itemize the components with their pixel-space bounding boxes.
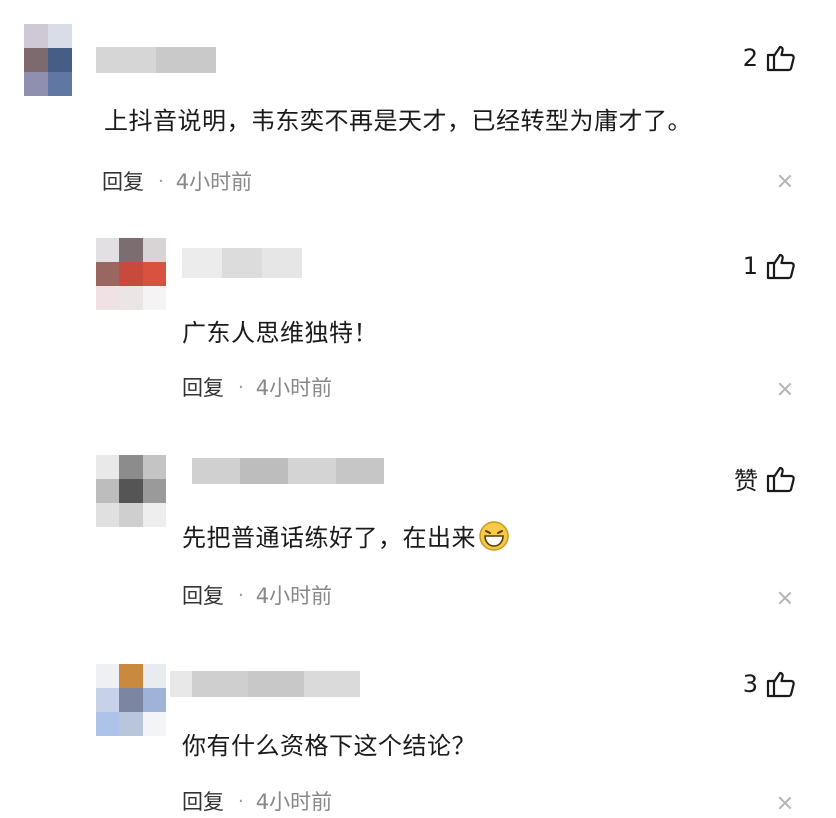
thumbs-up-icon [766, 44, 796, 72]
close-icon[interactable] [778, 591, 792, 605]
comment-text: 上抖音说明，韦东奕不再是天才，已经转型为庸才了。 [104, 107, 692, 135]
like-count: 3 [742, 670, 758, 698]
like-count: 1 [742, 252, 758, 280]
avatar[interactable] [96, 664, 166, 736]
comment-text-body: 先把普通话练好了，在出来 [182, 524, 476, 552]
comment-item: 2 上抖音说明，韦东奕不再是天才，已经转型为庸才了。 回复 · 4小时前 [0, 0, 836, 205]
username-blurred[interactable] [96, 47, 216, 73]
comment-text: 先把普通话练好了，在出来 [182, 518, 510, 558]
separator: · [158, 170, 164, 192]
separator: · [238, 584, 244, 606]
separator: · [238, 790, 244, 812]
comment-text: 广东人思维独特！ [182, 319, 378, 347]
separator: · [238, 376, 244, 398]
avatar[interactable] [96, 455, 166, 527]
username-blurred[interactable] [192, 458, 384, 484]
comment-text: 你有什么资格下这个结论？ [182, 732, 476, 760]
timestamp: 4小时前 [175, 170, 253, 194]
thumbs-up-icon [766, 252, 796, 280]
like-button[interactable]: 1 [743, 252, 796, 280]
avatar[interactable] [24, 24, 72, 96]
thumbs-up-icon [766, 670, 796, 698]
like-button[interactable]: 2 [743, 44, 796, 72]
comment-meta: 回复 · 4小时前 [102, 166, 252, 196]
comment-meta: 回复 · 4小时前 [182, 372, 332, 402]
timestamp: 4小时前 [255, 790, 333, 814]
comment-meta: 回复 · 4小时前 [182, 786, 332, 816]
close-icon[interactable] [778, 174, 792, 188]
comment-item: 赞 先把普通话练好了，在出来 回复 · 4小时前 [0, 415, 836, 620]
username-blurred[interactable] [182, 248, 302, 278]
close-icon[interactable] [778, 796, 792, 810]
like-label: 赞 [734, 467, 758, 495]
reply-button[interactable]: 回复 [182, 372, 224, 402]
username-blurred[interactable] [170, 671, 360, 697]
like-button[interactable]: 3 [743, 670, 796, 698]
comment-item: 1 广东人思维独特！ 回复 · 4小时前 [0, 205, 836, 415]
comment-meta: 回复 · 4小时前 [182, 580, 332, 610]
avatar[interactable] [96, 238, 166, 310]
like-count: 2 [742, 44, 758, 72]
reply-button[interactable]: 回复 [102, 166, 144, 196]
close-icon[interactable] [778, 382, 792, 396]
like-button[interactable]: 赞 [734, 461, 796, 496]
thumbs-up-icon [766, 465, 796, 493]
reply-button[interactable]: 回复 [182, 580, 224, 610]
timestamp: 4小时前 [255, 376, 333, 400]
comment-item: 3 你有什么资格下这个结论？ 回复 · 4小时前 [0, 620, 836, 818]
grin-emoji-icon [478, 520, 510, 558]
reply-button[interactable]: 回复 [182, 786, 224, 816]
timestamp: 4小时前 [255, 584, 333, 608]
